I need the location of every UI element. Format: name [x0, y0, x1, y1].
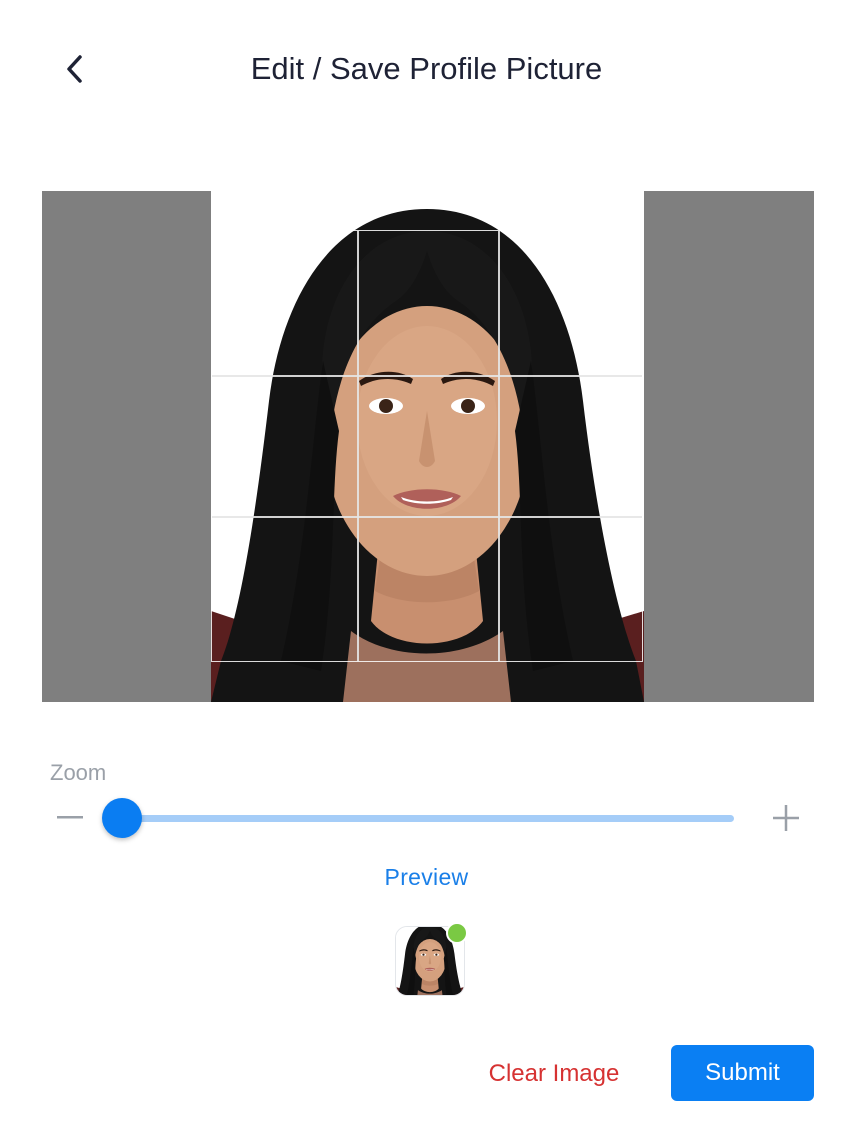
zoom-control — [50, 795, 810, 841]
online-status-badge — [446, 922, 468, 944]
crop-grid-line — [212, 516, 642, 518]
zoom-in-button[interactable] — [766, 795, 806, 841]
crop-grid-line — [212, 375, 642, 377]
zoom-out-button[interactable] — [50, 795, 90, 841]
crop-grid-line — [498, 231, 500, 661]
clear-image-button[interactable]: Clear Image — [466, 1048, 642, 1100]
image-cropper[interactable] — [42, 191, 814, 702]
page-title: Edit / Save Profile Picture — [250, 51, 603, 86]
crop-grid-line — [357, 231, 359, 661]
submit-button[interactable]: Submit — [671, 1045, 814, 1101]
zoom-slider-thumb[interactable] — [102, 798, 142, 838]
preview-label: Preview — [384, 864, 469, 890]
plus-icon — [773, 805, 799, 831]
crop-selection[interactable] — [211, 230, 643, 662]
zoom-slider[interactable] — [102, 798, 734, 838]
minus-icon — [57, 816, 83, 819]
header: Edit / Save Profile Picture — [0, 0, 853, 140]
avatar-preview — [395, 922, 468, 996]
zoom-label: Zoom — [50, 760, 107, 785]
